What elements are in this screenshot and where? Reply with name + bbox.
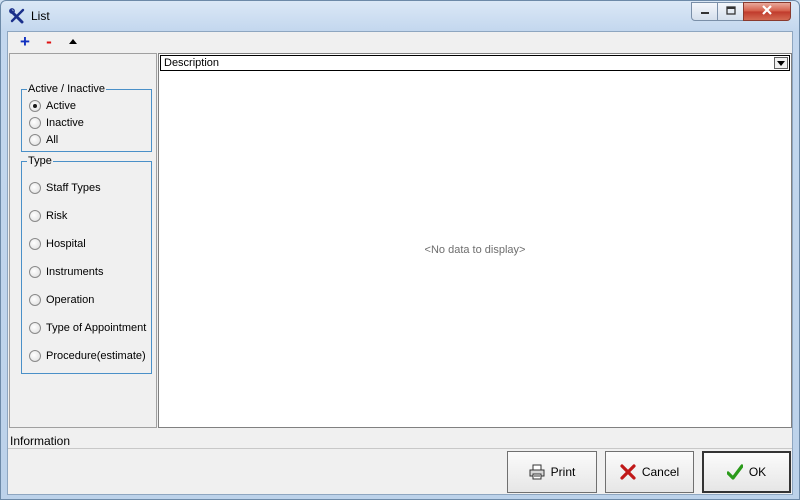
column-dropdown-button[interactable] (774, 57, 788, 69)
radio-label: Type of Appointment (46, 322, 147, 334)
radio-staff-types[interactable]: Staff Types (29, 181, 101, 195)
radio-active[interactable]: Active (29, 99, 76, 113)
list-window: List + - Active / Inactive Active Inacti… (0, 0, 800, 500)
minimize-button[interactable] (691, 2, 718, 21)
radio-label: Instruments (46, 266, 104, 278)
chevron-down-icon (777, 57, 785, 69)
radio-button[interactable] (29, 322, 41, 334)
printer-icon (529, 464, 545, 480)
radio-instruments[interactable]: Instruments (29, 265, 103, 279)
column-header-label: Description (164, 57, 220, 69)
empty-grid-message: <No data to display> (424, 244, 526, 256)
ok-button-label: OK (748, 465, 767, 479)
cancel-button[interactable]: Cancel (605, 451, 694, 493)
divider (8, 448, 792, 449)
radio-button[interactable] (29, 134, 41, 146)
ok-button[interactable]: OK (702, 451, 791, 493)
type-group: Type Staff Types Risk Hospital Instrumen… (21, 155, 152, 374)
radio-label: Active (46, 100, 76, 112)
radio-all[interactable]: All (29, 133, 58, 147)
radio-button[interactable] (29, 238, 41, 250)
status-group: Active / Inactive Active Inactive All (21, 83, 152, 152)
radio-button[interactable] (29, 117, 41, 129)
radio-label: Procedure(estimate) (46, 350, 146, 362)
radio-button[interactable] (29, 350, 41, 362)
radio-inactive[interactable]: Inactive (29, 116, 84, 130)
radio-label: Risk (46, 210, 68, 222)
maximize-button[interactable] (717, 2, 744, 21)
radio-type-of-appointment[interactable]: Type of Appointment (29, 321, 146, 335)
radio-button[interactable] (29, 182, 41, 194)
checkmark-icon (726, 464, 743, 480)
radio-button[interactable] (29, 210, 41, 222)
minimize-icon (700, 6, 710, 18)
close-icon (761, 5, 773, 18)
radio-label: Inactive (46, 117, 84, 129)
cancel-button-label: Cancel (641, 465, 680, 479)
add-button[interactable]: + (16, 32, 34, 51)
radio-label: All (46, 134, 59, 146)
radio-hospital[interactable]: Hospital (29, 237, 86, 251)
type-group-legend: Type (27, 155, 53, 167)
radio-label: Operation (46, 294, 95, 306)
information-label: Information (10, 434, 71, 448)
radio-button-checked[interactable] (29, 100, 41, 112)
status-group-legend: Active / Inactive (27, 83, 107, 95)
radio-button[interactable] (29, 294, 41, 306)
move-up-button[interactable] (64, 33, 82, 51)
close-button[interactable] (743, 2, 791, 21)
data-grid[interactable]: Description <No data to display> (158, 53, 792, 428)
toolbar: + - (8, 32, 792, 52)
client-area: + - Active / Inactive Active Inactive Al… (7, 31, 793, 495)
radio-operation[interactable]: Operation (29, 293, 94, 307)
radio-procedure-estimate[interactable]: Procedure(estimate) (29, 349, 146, 363)
maximize-icon (725, 5, 736, 18)
radio-button[interactable] (29, 266, 41, 278)
filter-panel: Active / Inactive Active Inactive All Ty… (9, 53, 157, 428)
description-column-header[interactable]: Description (160, 55, 790, 71)
radio-label: Staff Types (46, 182, 101, 194)
window-title: List (31, 9, 50, 23)
title-bar[interactable]: List (1, 1, 799, 31)
radio-label: Hospital (46, 238, 86, 250)
print-button-label: Print (550, 465, 576, 479)
tools-icon (9, 8, 25, 24)
triangle-up-icon (68, 36, 78, 48)
print-button[interactable]: Print (507, 451, 597, 493)
radio-risk[interactable]: Risk (29, 209, 67, 223)
remove-button[interactable]: - (40, 32, 58, 51)
cancel-x-icon (620, 464, 636, 480)
